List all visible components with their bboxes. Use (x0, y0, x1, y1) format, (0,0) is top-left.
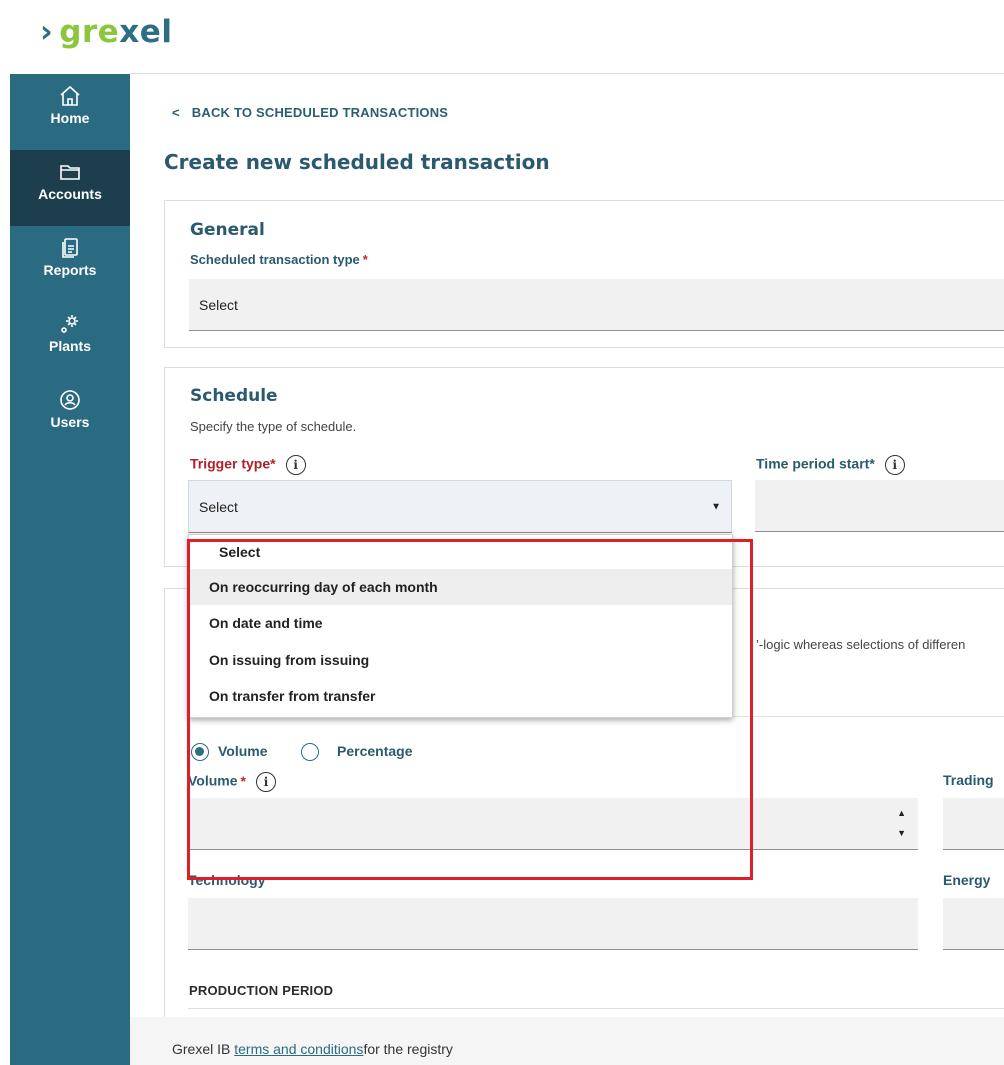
time-period-start-input[interactable] (755, 480, 1004, 532)
grexel-logo: › grexel (40, 14, 173, 50)
energy-select[interactable] (943, 898, 1004, 950)
spin-down-icon[interactable]: ▼ (897, 828, 906, 838)
trading-label: Trading (943, 772, 994, 788)
terms-link[interactable]: terms and conditions (234, 1041, 363, 1057)
production-period-heading: PRODUCTION PERIOD (189, 983, 334, 998)
sidebar-item-home[interactable]: Home (10, 74, 130, 150)
report-icon (62, 238, 78, 258)
chevron-left-icon: < (172, 105, 180, 120)
section-divider (188, 1008, 1004, 1009)
page-title: Create new scheduled transaction (164, 150, 550, 174)
general-section-title: General (190, 220, 265, 240)
sidebar-item-label: Home (50, 110, 90, 126)
annotation-highlight-box (187, 539, 753, 880)
home-icon (60, 85, 80, 106)
sidebar-item-label: Reports (43, 262, 97, 278)
footer-text: Grexel IB terms and conditionsfor the re… (172, 1041, 453, 1057)
dropdown-caret-icon: ▼ (711, 501, 721, 512)
trigger-type-label: Trigger type* i (190, 455, 306, 475)
technology-select[interactable] (188, 898, 918, 950)
gears-icon (61, 315, 78, 333)
sidebar-item-reports[interactable]: Reports (10, 226, 130, 302)
folder-icon (60, 165, 80, 180)
sidebar-item-label: Plants (48, 338, 91, 354)
info-icon[interactable]: i (285, 455, 306, 475)
sidebar-item-users[interactable]: Users (10, 378, 130, 454)
sidebar-item-label: Accounts (38, 186, 102, 202)
energy-label: Energy (943, 872, 991, 888)
info-icon[interactable]: i (884, 455, 905, 475)
spin-up-icon[interactable]: ▲ (897, 808, 906, 818)
sidebar-item-accounts[interactable]: Accounts (10, 150, 130, 226)
schedule-description: Specify the type of schedule. (190, 419, 357, 434)
time-period-start-label: Time period start* i (756, 455, 905, 475)
transaction-type-label: Scheduled transaction type * (190, 252, 368, 267)
user-circle-icon (60, 390, 80, 410)
footer: Grexel IB terms and conditionsfor the re… (130, 1017, 1004, 1065)
selection-logic-text: ’-logic whereas selections of differen (756, 637, 966, 652)
transaction-type-select[interactable]: Select (189, 279, 1004, 331)
sidebar: Home Accounts Reports Plants Users (10, 74, 130, 1065)
header-divider (130, 73, 1004, 74)
sidebar-item-plants[interactable]: Plants (10, 302, 130, 378)
trading-input[interactable] (943, 798, 1004, 850)
sidebar-item-label: Users (50, 414, 90, 430)
schedule-section-title: Schedule (190, 386, 278, 406)
trigger-type-select[interactable]: Select ▼ (188, 480, 732, 533)
back-link[interactable]: < BACK TO SCHEDULED TRANSACTIONS (172, 105, 448, 120)
